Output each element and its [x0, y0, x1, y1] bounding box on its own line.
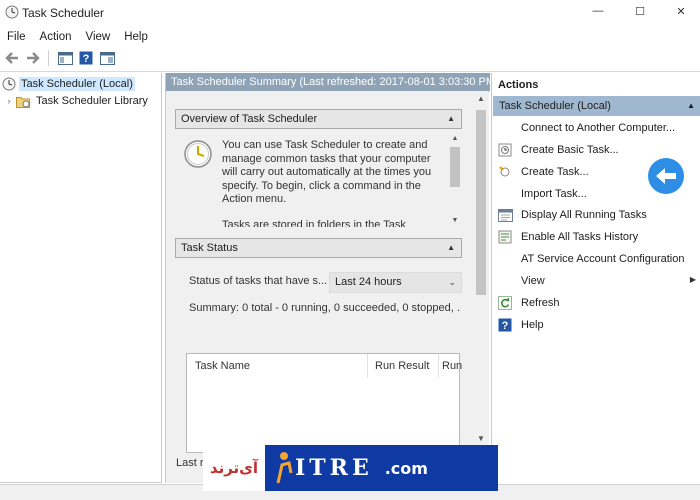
summary-pane: Task Scheduler Summary (Last refreshed: … [165, 73, 490, 483]
overview-scrollbar[interactable]: ▲ ▼ [448, 135, 462, 227]
scroll-up-icon[interactable]: ▲ [448, 135, 462, 145]
action-label: AT Service Account Configuration [521, 253, 685, 265]
action-at-service-account-configuration[interactable]: AT Service Account Configuration [493, 249, 700, 269]
action-connect-to-another-computer[interactable]: Connect to Another Computer... [493, 118, 700, 138]
actions-group-label: Task Scheduler (Local) [499, 100, 611, 112]
task-status-section-header[interactable]: Task Status ▲ [175, 238, 462, 258]
menu-file[interactable]: File [0, 28, 33, 46]
action-display-all-running-tasks[interactable]: Display All Running Tasks [493, 205, 700, 225]
toolbar-divider [0, 71, 700, 72]
tree-library-label: Task Scheduler Library [36, 95, 148, 107]
overview-description-continued: Tasks are stored in folders in the Task [222, 219, 406, 227]
actions-title: Actions [498, 79, 539, 91]
clock-icon [2, 77, 16, 91]
actions-pane: Actions Task Scheduler (Local) ▲ Connect… [491, 73, 700, 483]
action-refresh[interactable]: Refresh [493, 293, 700, 313]
collapse-caret-icon[interactable]: ▲ [447, 239, 455, 257]
overview-heading: Overview of Task Scheduler [181, 113, 318, 125]
window-title: Task Scheduler [22, 6, 105, 20]
collapse-caret-icon[interactable]: ▲ [687, 96, 695, 116]
overview-description: You can use Task Scheduler to create and… [222, 139, 432, 205]
toolbar: ? [0, 47, 700, 69]
action-enable-all-tasks-history[interactable]: Enable All Tasks History [493, 227, 700, 247]
menu-help[interactable]: Help [117, 28, 155, 46]
action-create-basic-task[interactable]: Create Basic Task... [493, 140, 700, 160]
action-view[interactable]: View ▶ [493, 271, 700, 291]
action-label: Create Task... [521, 166, 589, 178]
folder-clock-icon [16, 96, 30, 108]
minimize-button[interactable]: — [575, 0, 621, 22]
console-tree: Task Scheduler (Local) › Task Scheduler … [0, 73, 162, 483]
overview-body: You can use Task Scheduler to create and… [175, 135, 462, 227]
scroll-up-icon[interactable]: ▲ [473, 92, 489, 106]
action-label: Create Basic Task... [521, 144, 619, 156]
time-range-value: Last 24 hours [335, 276, 402, 288]
tasks-history-icon [497, 229, 513, 245]
help-icon[interactable]: ? [76, 48, 96, 68]
task-status-heading: Task Status [181, 242, 238, 254]
scroll-thumb[interactable] [450, 147, 460, 187]
maximize-button[interactable]: ☐ [617, 0, 663, 22]
person-figure-icon [276, 452, 293, 484]
column-run-result[interactable]: Run Result [375, 360, 429, 372]
title-bar: Task Scheduler — ☐ ✕ [0, 0, 700, 26]
overview-section-header[interactable]: Overview of Task Scheduler ▲ [175, 109, 462, 129]
action-label: Display All Running Tasks [521, 209, 647, 221]
svg-text:?: ? [83, 53, 90, 65]
column-separator [438, 354, 439, 378]
chevron-down-icon: ⌄ [448, 277, 456, 287]
scroll-down-icon[interactable]: ▼ [448, 217, 462, 227]
tree-item-task-scheduler-library[interactable]: › Task Scheduler Library [4, 93, 150, 109]
action-help[interactable]: ? Help [493, 315, 700, 335]
toolbar-separator [48, 50, 49, 66]
refresh-icon [497, 295, 513, 311]
large-clock-icon [184, 140, 212, 168]
action-label: Refresh [521, 297, 560, 309]
summary-header: Task Scheduler Summary (Last refreshed: … [166, 73, 490, 91]
show-hide-console-tree-icon[interactable] [55, 48, 75, 68]
task-status-table[interactable]: Task Name Run Result Run [186, 353, 462, 453]
watermark-brand: ITRE .com [265, 445, 498, 491]
menu-action[interactable]: Action [33, 28, 79, 46]
collapse-caret-icon[interactable]: ▲ [447, 110, 455, 128]
menu-bar: File Action View Help [0, 28, 155, 46]
action-label: Help [521, 319, 544, 331]
watermark-letters: ITRE [295, 455, 373, 481]
watermark-domain: .com [384, 458, 428, 478]
create-basic-task-icon [497, 142, 513, 158]
scroll-down-icon[interactable]: ▼ [473, 432, 489, 446]
menu-view[interactable]: View [79, 28, 118, 46]
column-task-name[interactable]: Task Name [195, 360, 250, 372]
show-hide-action-pane-icon[interactable] [97, 48, 117, 68]
help-icon: ? [497, 317, 513, 333]
time-range-select[interactable]: Last 24 hours ⌄ [329, 272, 462, 293]
watermark-persian-text: آی‌ترند [203, 445, 265, 491]
action-label: Import Task... [521, 188, 587, 200]
expand-chevron-icon[interactable]: › [4, 96, 14, 106]
last-refreshed-label: Last r [176, 457, 204, 469]
column-run[interactable]: Run [442, 360, 462, 372]
svg-text:?: ? [502, 320, 509, 332]
status-filter-label: Status of tasks that have s... [189, 275, 328, 287]
column-separator [367, 354, 368, 378]
back-arrow-bubble-icon [648, 158, 684, 194]
task-summary: Summary: 0 total - 0 running, 0 succeede… [189, 302, 461, 314]
actions-group-header[interactable]: Task Scheduler (Local) ▲ [493, 96, 700, 116]
submenu-arrow-icon: ▶ [689, 275, 696, 284]
action-label: Enable All Tasks History [521, 231, 639, 243]
forward-arrow-icon[interactable] [23, 48, 43, 68]
create-task-icon [497, 164, 513, 180]
scroll-thumb[interactable] [476, 110, 486, 295]
task-scheduler-app-icon [5, 5, 19, 19]
close-button[interactable]: ✕ [658, 0, 700, 22]
watermark-logo: آی‌ترند ITRE .com [203, 445, 498, 491]
running-tasks-icon [497, 207, 513, 223]
action-label: View [521, 275, 545, 287]
summary-scrollbar[interactable]: ▲ ▼ [473, 92, 489, 446]
action-label: Connect to Another Computer... [521, 122, 676, 134]
tree-item-task-scheduler-local[interactable]: Task Scheduler (Local) [2, 76, 135, 92]
tree-root-label: Task Scheduler (Local) [19, 77, 135, 91]
back-arrow-icon[interactable] [2, 48, 22, 68]
